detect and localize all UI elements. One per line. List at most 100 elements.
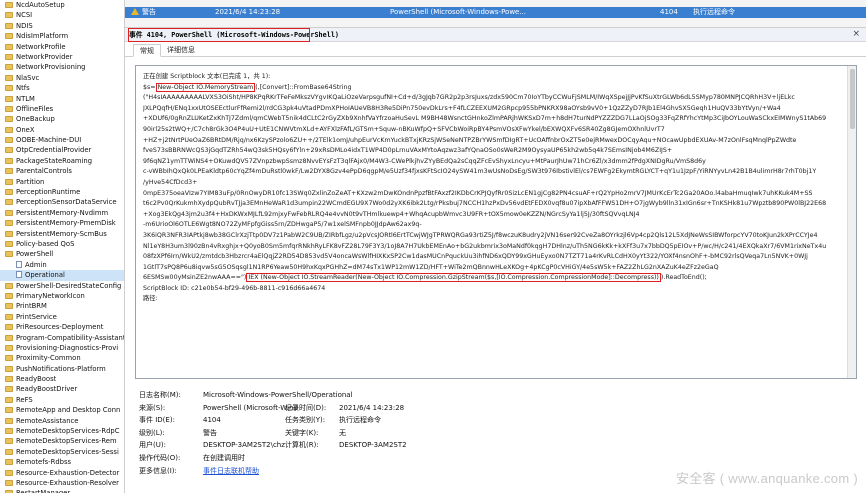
tree-item[interactable]: PowerShell-DesiredStateConfig [0, 281, 124, 291]
folder-icon [5, 313, 13, 320]
tree-item[interactable]: Proximity-Common [0, 353, 124, 363]
tree-item[interactable]: PerceptionRuntime [0, 187, 124, 197]
tree-item[interactable]: OOBE-Machine-DUI [0, 135, 124, 145]
tree-item[interactable]: PersistentMemory-Nvdimm [0, 208, 124, 218]
folder-icon [5, 126, 13, 133]
tree-item[interactable]: ReFS [0, 395, 124, 405]
message-scrollbar[interactable] [847, 66, 856, 378]
tree-item-label: PriResources-Deployment [16, 323, 104, 332]
folder-icon [5, 85, 13, 92]
computer-value: DESKTOP-3AM2ST2 [339, 441, 407, 450]
tree-item[interactable]: PersistentMemory-PmemDisk [0, 218, 124, 228]
base64-payload: ("H4sIAAAAAAAAALVXS3OiSht/HP8KPqRKrTFeFe… [143, 93, 849, 273]
base64-line: 90irl25s2tWQ+/C7ch8rGk3O4P4uU+UtE1CNWVtm… [143, 125, 665, 133]
event-source: PowerShell (Microsoft-Windows-Powe... [390, 8, 527, 16]
tree-item[interactable]: PushNotifications-Platform [0, 364, 124, 374]
tree-item[interactable]: PersistentMemory-ScmBus [0, 229, 124, 239]
tree-item[interactable]: NTLM [0, 94, 124, 104]
tree-item-label: PrintBRM [16, 302, 47, 311]
folder-icon [5, 178, 13, 185]
tree-item[interactable]: RemoteDesktopServices-Sessi [0, 447, 124, 457]
tree-item[interactable]: RemoteApp and Desktop Conn [0, 405, 124, 415]
tree-item-label: PrintService [16, 312, 57, 321]
opcode-label: 操作代码(O): [139, 453, 181, 462]
tree-item[interactable]: PackageStateRoaming [0, 156, 124, 166]
tree-item[interactable]: NCSI [0, 10, 124, 20]
tree-item[interactable]: Provisioning-Diagnostics-Provi [0, 343, 124, 353]
base64-line: +XDUf6/0gRnZLUKetZxKhTJ7Zdml/qmCWebT5nik… [143, 115, 827, 123]
read-to-end: ).ReadToEnd(); [660, 274, 707, 282]
folder-icon [5, 22, 13, 29]
tree-item[interactable]: RestartManager [0, 488, 124, 493]
online-help-link[interactable]: 事件日志联机帮助 [203, 465, 259, 478]
folder-icon [5, 64, 13, 71]
tree-item[interactable]: Remotefs-Rdbss [0, 457, 124, 467]
tree-item-label: Policy-based QoS [16, 239, 75, 248]
tree-item[interactable]: PerceptionSensorDataService [0, 197, 124, 207]
tree-item[interactable]: ReadyBoostDriver [0, 384, 124, 394]
event-date: 2021/6/4 14:23:28 [215, 8, 281, 16]
tree-item-label: PrimaryNetworkIcon [16, 291, 85, 300]
keywords-label: 关键字(K): [285, 428, 319, 437]
tree-item-label: RemoteAssistance [16, 416, 79, 425]
tree-item[interactable]: Resource-Exhaustion-Resolver [0, 478, 124, 488]
folder-icon [5, 282, 13, 289]
log-icon [16, 271, 22, 279]
tree-item[interactable]: PrintBRM [0, 301, 124, 311]
tree-item[interactable]: Program-Compatibility-Assistant [0, 333, 124, 343]
folder-icon [5, 168, 13, 175]
tree-item-label: Proximity-Common [16, 354, 81, 363]
tree-item[interactable]: OneX [0, 125, 124, 135]
folder-icon [5, 95, 13, 102]
tree-item[interactable]: NcdAutoSetup [0, 0, 124, 10]
tree-item[interactable]: NlaSvc [0, 73, 124, 83]
tree-item[interactable]: OneBackup [0, 114, 124, 124]
log-name-value: Microsoft-Windows-PowerShell/Operational [203, 391, 353, 399]
tree-item[interactable]: Partition [0, 177, 124, 187]
event-row-selected[interactable]: 警告 2021/6/4 14:23:28 PowerShell (Microso… [125, 7, 866, 18]
computer-label: 计算机(R): [285, 441, 319, 450]
event-task: 执行远程命令 [693, 8, 735, 16]
tree-item[interactable]: NetworkProvisioning [0, 62, 124, 72]
close-icon[interactable]: × [852, 29, 860, 39]
tree-item[interactable]: Operational [0, 270, 124, 281]
tree-item[interactable]: PrimaryNetworkIcon [0, 291, 124, 301]
folder-icon [5, 428, 13, 435]
task-value: 执行远程命令 [339, 416, 381, 425]
tree-item[interactable]: ReadyBoost [0, 374, 124, 384]
scriptblock-id: ScriptBlock ID: c21e0b54-bf29-496b-8811-… [143, 284, 326, 292]
tree-item[interactable]: Ntfs [0, 83, 124, 93]
event-id-value: 4104 [203, 416, 221, 425]
tree-item[interactable]: NetworkProvider [0, 52, 124, 62]
tree-item-label: NetworkProfile [16, 42, 66, 51]
tree-item[interactable]: NdisImPlatform [0, 31, 124, 41]
var-s: $s= [143, 83, 156, 91]
tree-item-label: RestartManager [16, 489, 70, 493]
watermark: 安全客 ( www.anquanke.com ) [675, 471, 858, 486]
tree-item[interactable]: Admin [0, 260, 124, 270]
tree-item[interactable]: PrintService [0, 312, 124, 322]
tree-item[interactable]: Policy-based QoS [0, 239, 124, 249]
tree-item[interactable]: RemoteDesktopServices-RdpC [0, 426, 124, 436]
scroll-thumb[interactable] [850, 69, 855, 129]
tree-item[interactable]: RemoteAssistance [0, 416, 124, 426]
tree-item[interactable]: RemoteDesktopServices-Rem [0, 436, 124, 446]
tree-item[interactable]: Resource-Exhaustion-Detector [0, 468, 124, 478]
tab-details[interactable]: 详细信息 [161, 44, 201, 57]
tree-item[interactable]: NetworkProfile [0, 42, 124, 52]
tree-item[interactable]: NDIS [0, 21, 124, 31]
tree-item[interactable]: ParentalControls [0, 166, 124, 176]
folder-icon [5, 407, 13, 414]
tree-item[interactable]: OfflineFiles [0, 104, 124, 114]
tree-item[interactable]: OtpCredentialProvider [0, 145, 124, 155]
tree-item[interactable]: PriResources-Deployment [0, 322, 124, 332]
keywords-value: 无 [339, 428, 346, 437]
tab-general[interactable]: 常规 [133, 44, 161, 57]
folder-icon [5, 53, 13, 60]
tree-item[interactable]: PowerShell [0, 249, 124, 259]
event-detail-header: 事件 4104, PowerShell (Microsoft-Windows-P… [125, 28, 866, 42]
folder-icon [5, 469, 13, 476]
warning-icon [131, 8, 139, 15]
event-message-box[interactable]: 正在创建 Scriptblock 文本(已完成 1，共 1): $s= New-O… [135, 65, 857, 379]
folder-icon [5, 479, 13, 486]
